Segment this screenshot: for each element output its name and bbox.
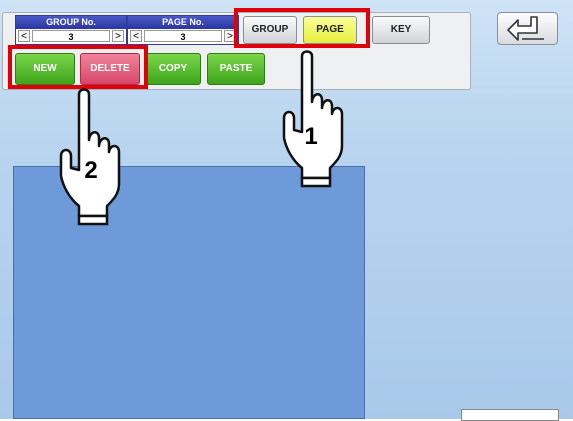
pointing-hand-icon: 2 [59, 88, 121, 226]
tab-key[interactable]: KEY [372, 16, 430, 44]
pointing-hand-icon: 1 [282, 50, 344, 188]
tabs-highlight [234, 8, 370, 48]
group-number-value: 3 [32, 30, 110, 42]
group-next-button[interactable]: > [112, 30, 124, 42]
group-number-stepper: GROUP No. < 3 > [15, 15, 127, 45]
step-1-label: 1 [304, 123, 317, 150]
group-number-label: GROUP No. [16, 16, 126, 29]
page-prev-button[interactable]: < [130, 30, 142, 42]
step-2-label: 2 [84, 157, 97, 184]
page-number-stepper: PAGE No. < 3 > [127, 15, 239, 45]
page-number-label: PAGE No. [128, 16, 238, 29]
screen: GROUP No. < 3 > PAGE No. < 3 > GROUP PAG… [0, 0, 573, 421]
page-number-value: 3 [144, 30, 222, 42]
corner-box [461, 409, 559, 421]
actions-highlight [8, 45, 148, 89]
group-prev-button[interactable]: < [18, 30, 30, 42]
copy-button[interactable]: COPY [145, 53, 201, 85]
paste-button[interactable]: PASTE [207, 53, 265, 85]
return-arrow-icon [507, 16, 544, 41]
back-button[interactable] [497, 12, 558, 45]
